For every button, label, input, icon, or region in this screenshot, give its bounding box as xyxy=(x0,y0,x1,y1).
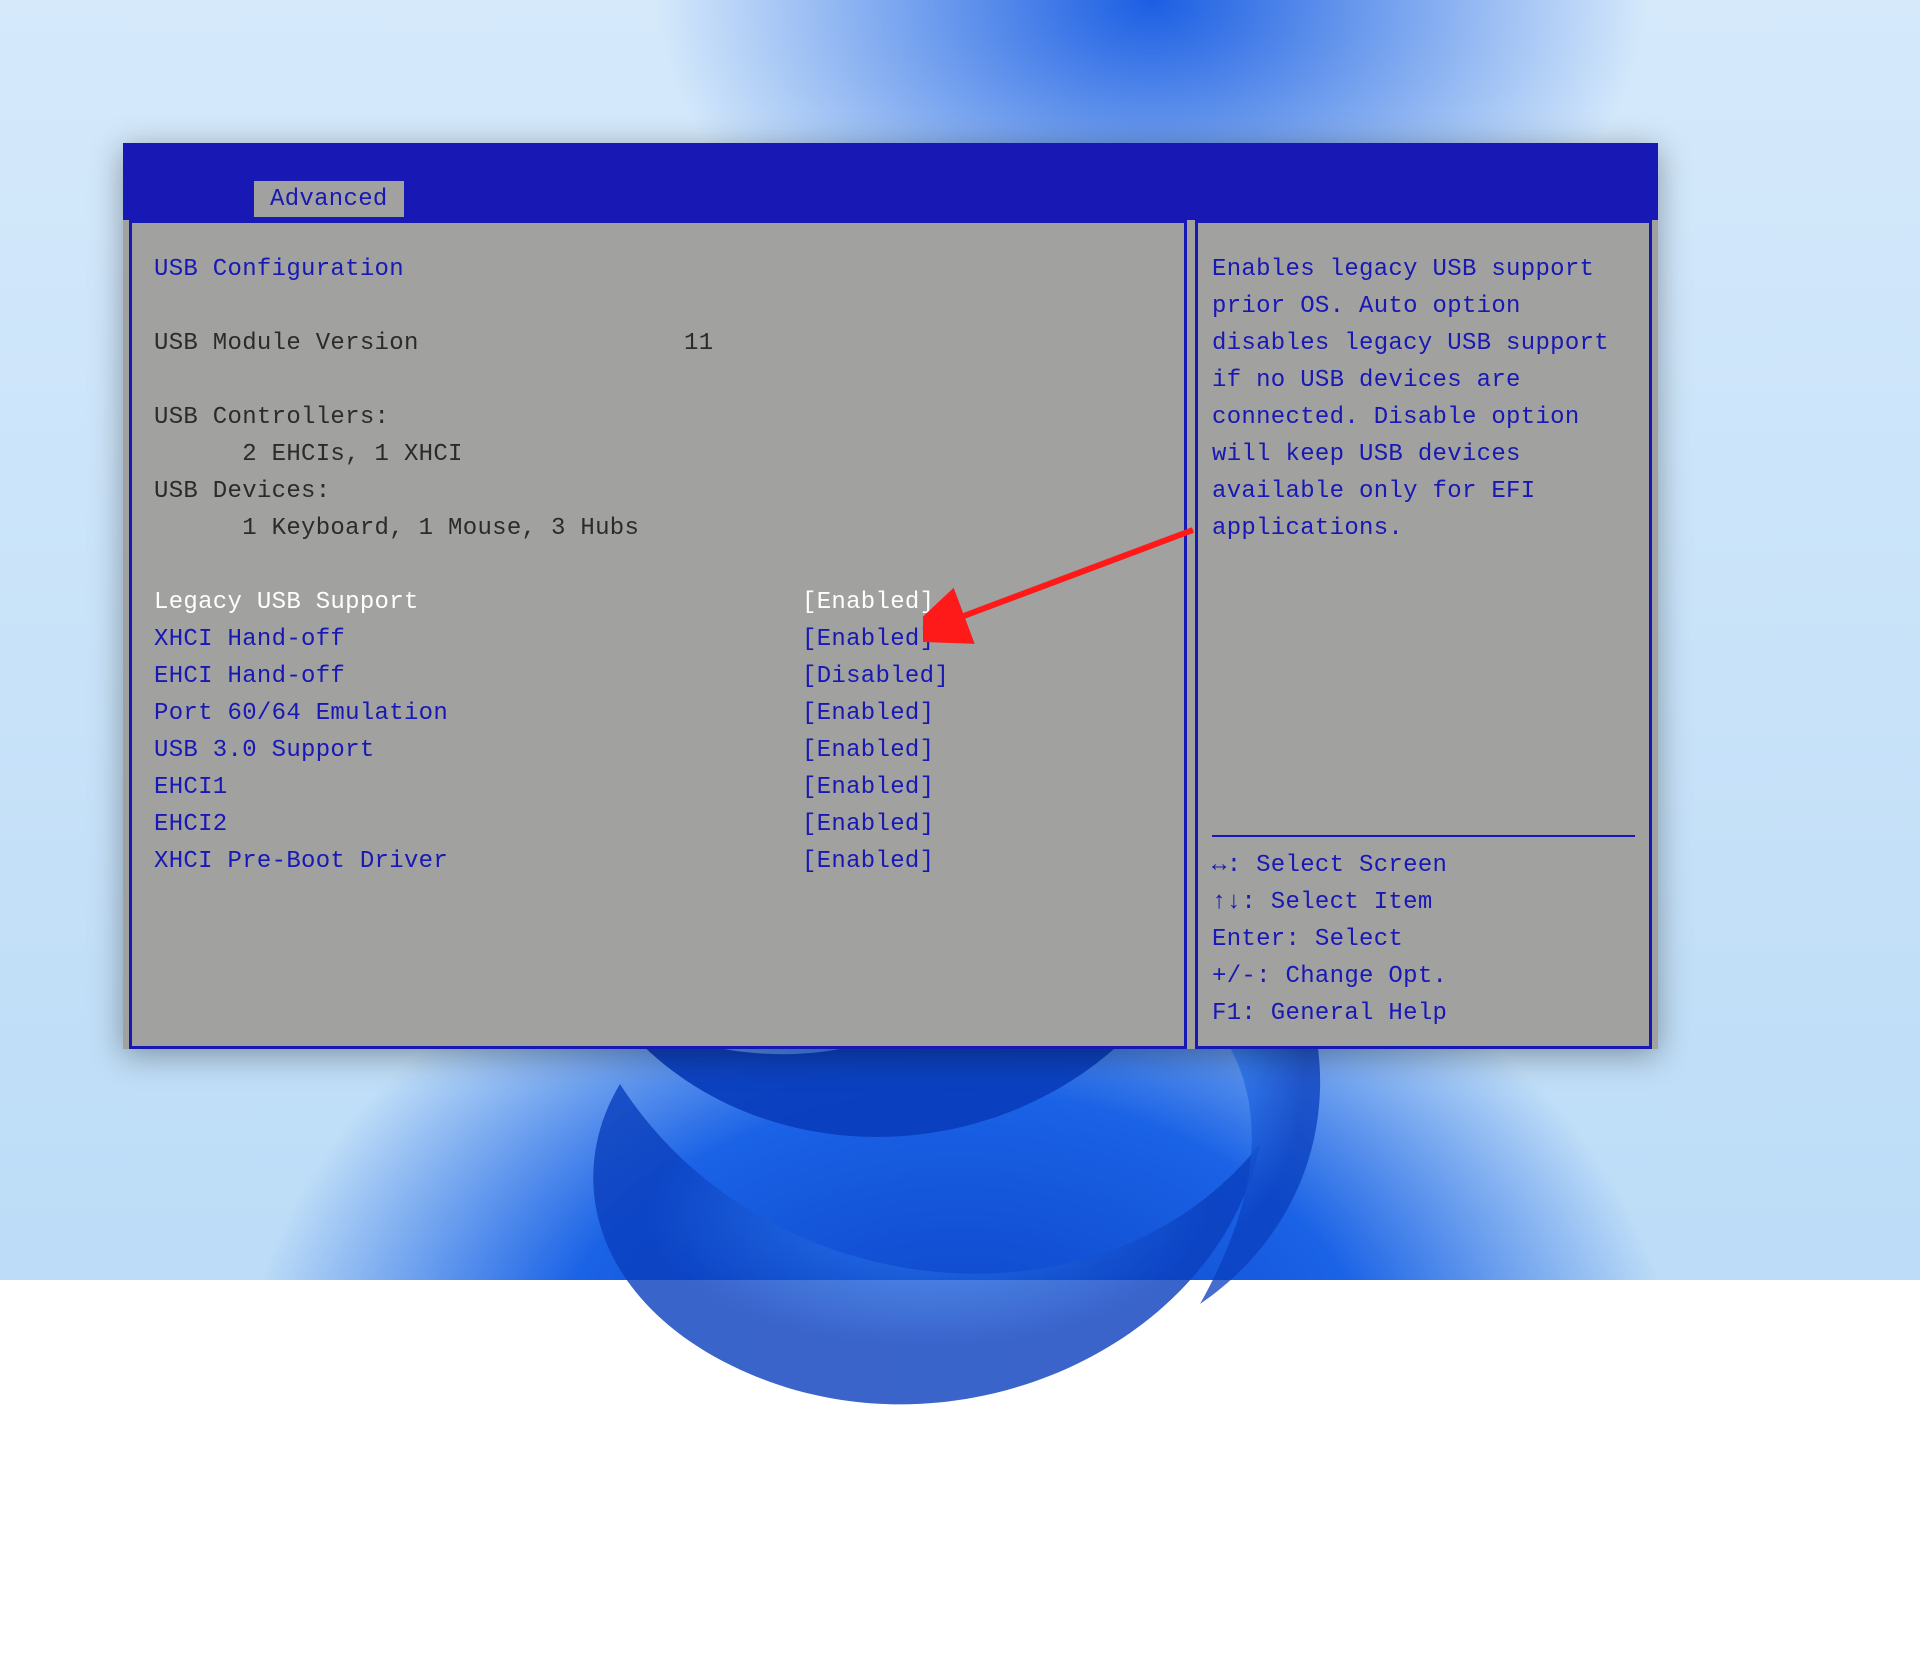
setting-label: Legacy USB Support xyxy=(154,584,684,621)
section-title: USB Configuration xyxy=(154,251,1162,288)
usb-controllers-value: 2 EHCIs, 1 XHCI xyxy=(154,436,1162,473)
hotkeys-list: ↔: Select Screen↑↓: Select ItemEnter: Se… xyxy=(1212,835,1635,1032)
setting-label: XHCI Hand-off xyxy=(154,621,684,658)
setting-value: [Enabled] xyxy=(684,843,934,880)
setting-ehci1[interactable]: EHCI1[Enabled] xyxy=(154,769,1162,806)
setting-value: [Disabled] xyxy=(684,658,949,695)
settings-list: Legacy USB Support[Enabled]XHCI Hand-off… xyxy=(154,584,1162,880)
usb-module-version-label: USB Module Version xyxy=(154,325,684,362)
setting-legacy-usb-support[interactable]: Legacy USB Support[Enabled] xyxy=(154,584,1162,621)
setting-label: EHCI Hand-off xyxy=(154,658,684,695)
setting-value: [Enabled] xyxy=(684,732,934,769)
help-text: Enables legacy USB support prior OS. Aut… xyxy=(1212,251,1635,547)
hotkey-line: ↔: Select Screen xyxy=(1212,847,1635,884)
usb-module-version-row: USB Module Version 11 xyxy=(154,325,1162,362)
setting-xhci-hand-off[interactable]: XHCI Hand-off[Enabled] xyxy=(154,621,1162,658)
hotkey-line: F1: General Help xyxy=(1212,995,1635,1032)
setting-port-6064-emulation[interactable]: Port 60/64 Emulation[Enabled] xyxy=(154,695,1162,732)
setting-label: Port 60/64 Emulation xyxy=(154,695,684,732)
setting-value: [Enabled] xyxy=(684,769,934,806)
setting-value: [Enabled] xyxy=(684,584,934,621)
usb-module-version-value: 11 xyxy=(684,325,713,362)
usb-controllers-label: USB Controllers: xyxy=(154,399,1162,436)
bios-header-bar: Advanced xyxy=(123,143,1658,220)
setting-usb-3-0-support[interactable]: USB 3.0 Support[Enabled] xyxy=(154,732,1162,769)
help-panel: Enables legacy USB support prior OS. Aut… xyxy=(1195,220,1652,1049)
setting-label: EHCI1 xyxy=(154,769,684,806)
settings-panel: USB Configuration USB Module Version 11 … xyxy=(129,220,1187,1049)
setting-label: EHCI2 xyxy=(154,806,684,843)
setting-value: [Enabled] xyxy=(684,695,934,732)
tab-advanced[interactable]: Advanced xyxy=(254,181,404,217)
setting-label: XHCI Pre-Boot Driver xyxy=(154,843,684,880)
setting-value: [Enabled] xyxy=(684,806,934,843)
hotkey-line: ↑↓: Select Item xyxy=(1212,884,1635,921)
bios-body: USB Configuration USB Module Version 11 … xyxy=(123,220,1658,1049)
setting-xhci-pre-boot-driver[interactable]: XHCI Pre-Boot Driver[Enabled] xyxy=(154,843,1162,880)
setting-label: USB 3.0 Support xyxy=(154,732,684,769)
bios-setup-window: Advanced USB Configuration USB Module Ve… xyxy=(123,143,1658,1049)
usb-devices-value: 1 Keyboard, 1 Mouse, 3 Hubs xyxy=(154,510,1162,547)
usb-devices-label: USB Devices: xyxy=(154,473,1162,510)
setting-ehci2[interactable]: EHCI2[Enabled] xyxy=(154,806,1162,843)
hotkey-line: +/-: Change Opt. xyxy=(1212,958,1635,995)
setting-ehci-hand-off[interactable]: EHCI Hand-off[Disabled] xyxy=(154,658,1162,695)
hotkey-line: Enter: Select xyxy=(1212,921,1635,958)
setting-value: [Enabled] xyxy=(684,621,934,658)
